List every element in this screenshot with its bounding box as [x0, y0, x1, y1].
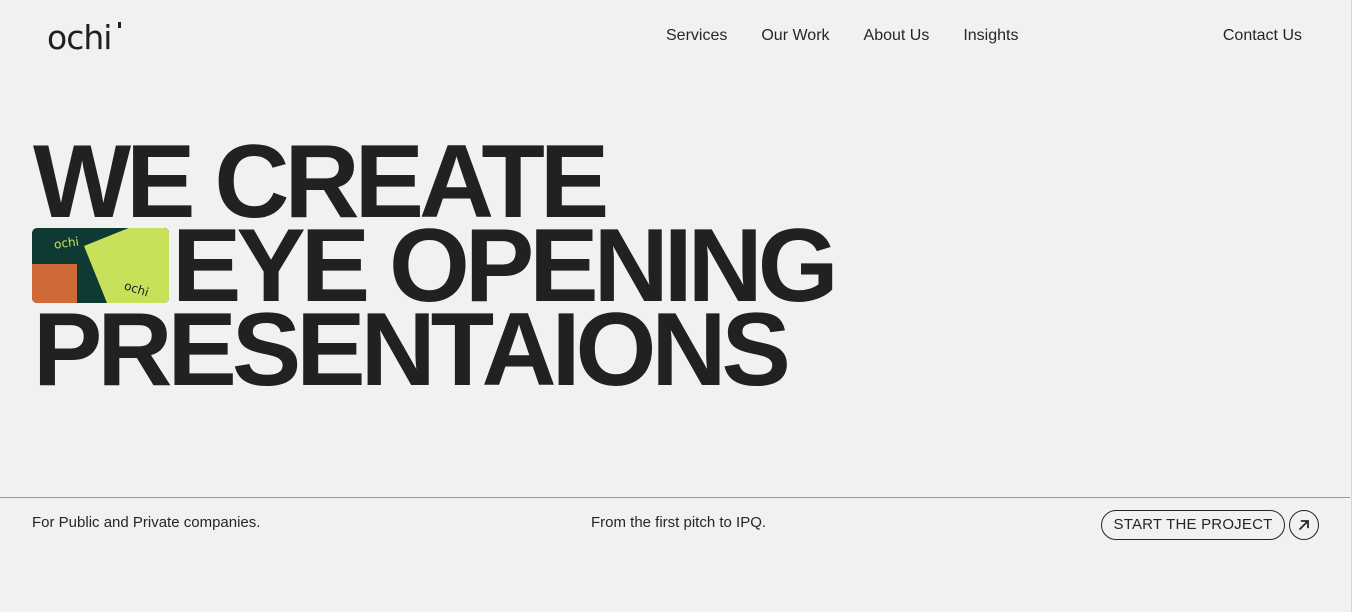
hero-heading-line-3: PRESENTAIONS: [33, 292, 791, 408]
top-navigation: ochi Services Our Work About Us Insights…: [0, 0, 1350, 78]
nav-link-about-us[interactable]: About Us: [864, 26, 930, 46]
nav-link-insights[interactable]: Insights: [963, 26, 1018, 46]
nav-link-our-work[interactable]: Our Work: [761, 26, 829, 46]
nav-links: Services Our Work About Us Insights: [666, 26, 1018, 46]
section-divider: [0, 497, 1350, 498]
arrow-up-right-icon[interactable]: [1289, 510, 1319, 540]
nav-link-contact-us[interactable]: Contact Us: [1223, 26, 1302, 46]
start-project-button[interactable]: START THE PROJECT: [1101, 510, 1285, 540]
landing-page: ochi Services Our Work About Us Insights…: [0, 0, 1352, 612]
ochi-logo[interactable]: ochi: [47, 18, 112, 58]
tagline-companies: For Public and Private companies.: [32, 514, 261, 531]
tagline-pitch: From the first pitch to IPQ.: [591, 514, 767, 531]
logo-accent-mark: [118, 22, 121, 28]
thumbnail-logo-text: ochi: [53, 234, 80, 252]
nav-link-services[interactable]: Services: [666, 26, 727, 46]
